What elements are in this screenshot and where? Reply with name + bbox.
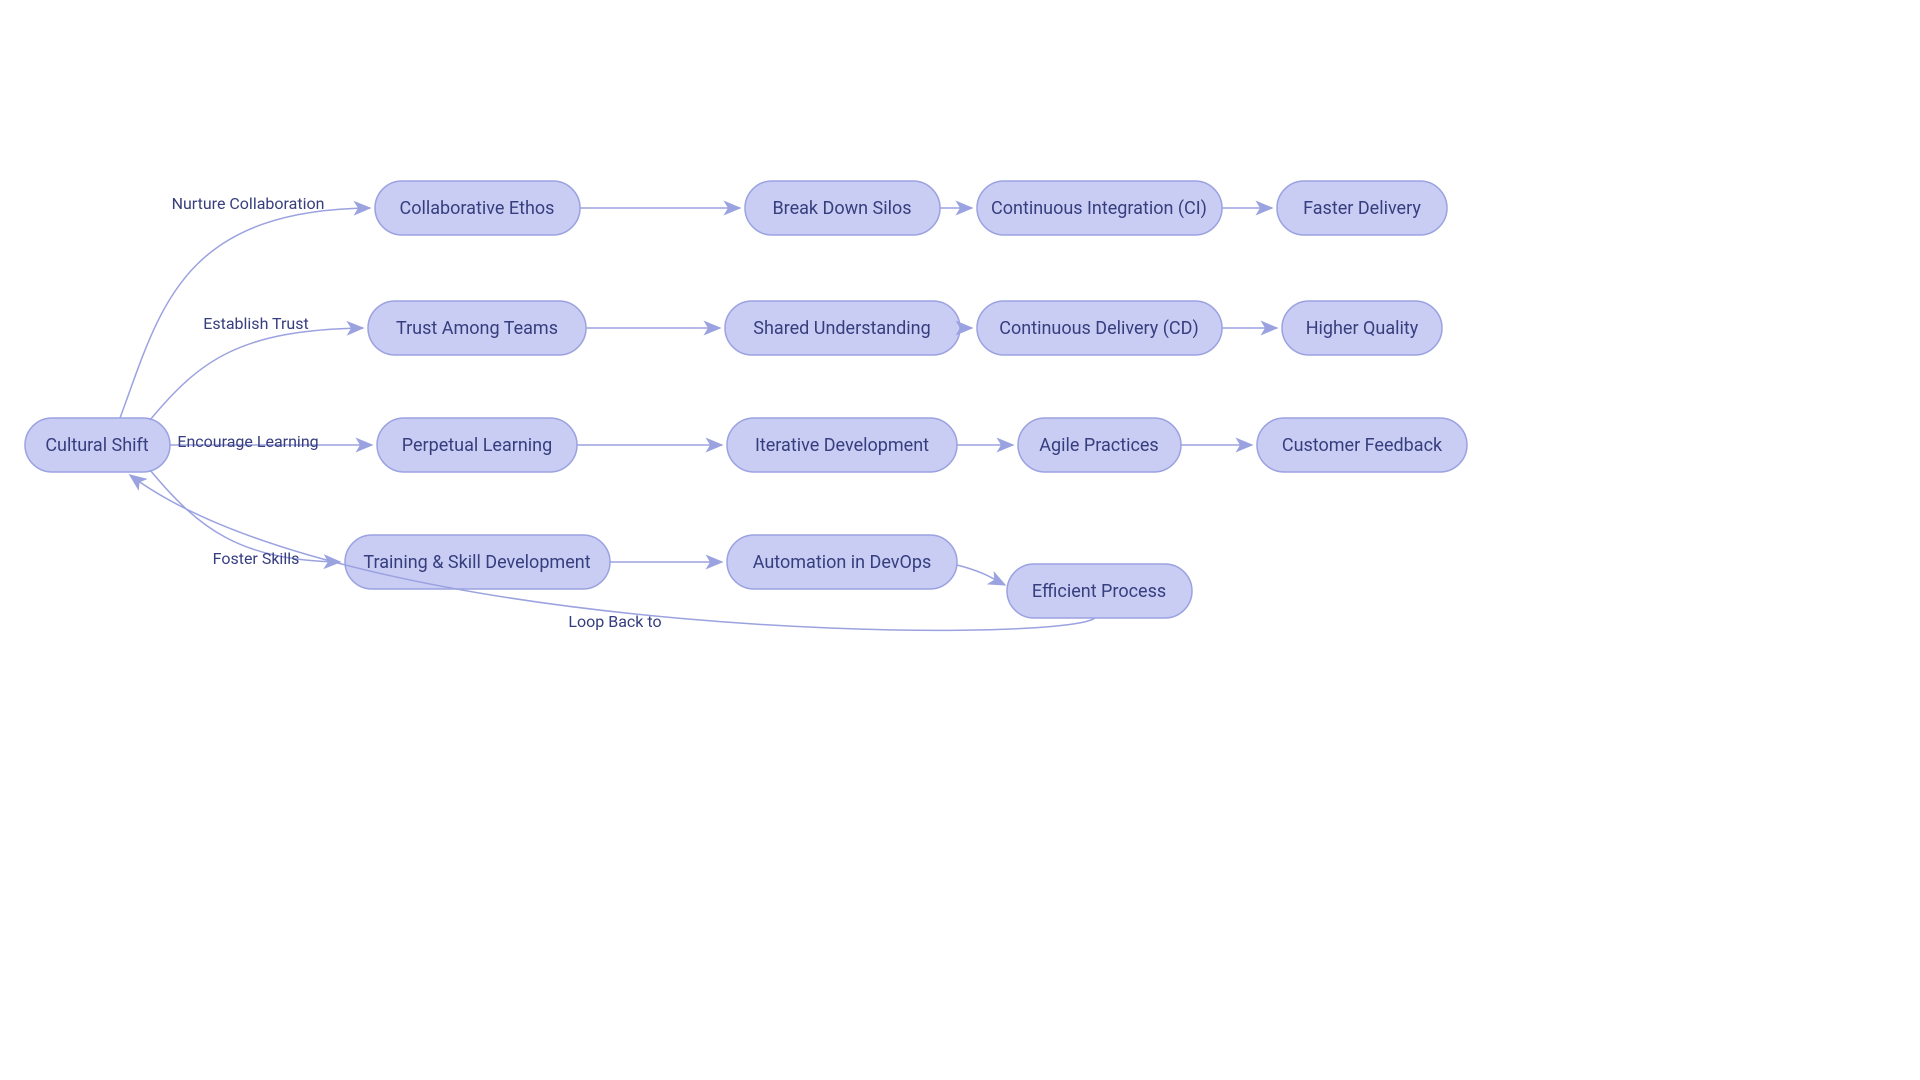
node-training-skill: Training & Skill Development: [345, 535, 610, 589]
svg-text:Shared Understanding: Shared Understanding: [753, 318, 930, 339]
node-trust-among-teams: Trust Among Teams: [368, 301, 586, 355]
edge-nurture-collaboration: [120, 208, 370, 418]
svg-text:Trust Among Teams: Trust Among Teams: [396, 318, 558, 339]
svg-text:Encourage Learning: Encourage Learning: [177, 432, 318, 451]
svg-text:Break Down Silos: Break Down Silos: [772, 198, 911, 219]
svg-text:Faster Delivery: Faster Delivery: [1303, 198, 1421, 219]
node-collaborative-ethos: Collaborative Ethos: [375, 181, 580, 235]
node-break-down-silos: Break Down Silos: [745, 181, 940, 235]
svg-text:Cultural Shift: Cultural Shift: [45, 435, 148, 456]
node-efficient-process: Efficient Process: [1007, 564, 1192, 618]
svg-text:Loop Back to: Loop Back to: [568, 612, 661, 631]
node-agile-practices: Agile Practices: [1018, 418, 1181, 472]
node-faster-delivery: Faster Delivery: [1277, 181, 1447, 235]
node-automation-devops: Automation in DevOps: [727, 535, 957, 589]
node-perpetual-learning: Perpetual Learning: [377, 418, 577, 472]
node-shared-understanding: Shared Understanding: [725, 301, 960, 355]
node-cultural-shift: Cultural Shift: [25, 418, 170, 472]
flowchart-diagram: Cultural Shift Collaborative Ethos Trust…: [0, 0, 1920, 1080]
node-higher-quality: Higher Quality: [1282, 301, 1442, 355]
edge-foster-skills: [150, 470, 340, 562]
node-continuous-delivery: Continuous Delivery (CD): [977, 301, 1222, 355]
svg-text:Collaborative Ethos: Collaborative Ethos: [400, 198, 555, 219]
node-iterative-development: Iterative Development: [727, 418, 957, 472]
svg-text:Customer Feedback: Customer Feedback: [1282, 435, 1443, 456]
edge-establish-trust: [150, 328, 363, 420]
svg-text:Continuous Delivery (CD): Continuous Delivery (CD): [999, 318, 1198, 339]
node-customer-feedback: Customer Feedback: [1257, 418, 1467, 472]
svg-text:Automation in DevOps: Automation in DevOps: [753, 552, 932, 573]
svg-text:Agile Practices: Agile Practices: [1039, 435, 1158, 456]
svg-text:Efficient Process: Efficient Process: [1032, 581, 1166, 602]
edge-r4-2: [957, 565, 1005, 585]
svg-text:Higher Quality: Higher Quality: [1306, 318, 1419, 339]
svg-text:Perpetual Learning: Perpetual Learning: [402, 435, 552, 456]
svg-text:Nurture Collaboration: Nurture Collaboration: [172, 194, 325, 213]
node-continuous-integration: Continuous Integration (CI): [977, 181, 1222, 235]
svg-text:Establish Trust: Establish Trust: [203, 314, 308, 333]
svg-text:Foster Skills: Foster Skills: [213, 549, 300, 568]
svg-text:Iterative Development: Iterative Development: [755, 435, 929, 456]
svg-text:Training & Skill Development: Training & Skill Development: [363, 552, 590, 573]
svg-text:Continuous Integration (CI): Continuous Integration (CI): [991, 198, 1207, 219]
